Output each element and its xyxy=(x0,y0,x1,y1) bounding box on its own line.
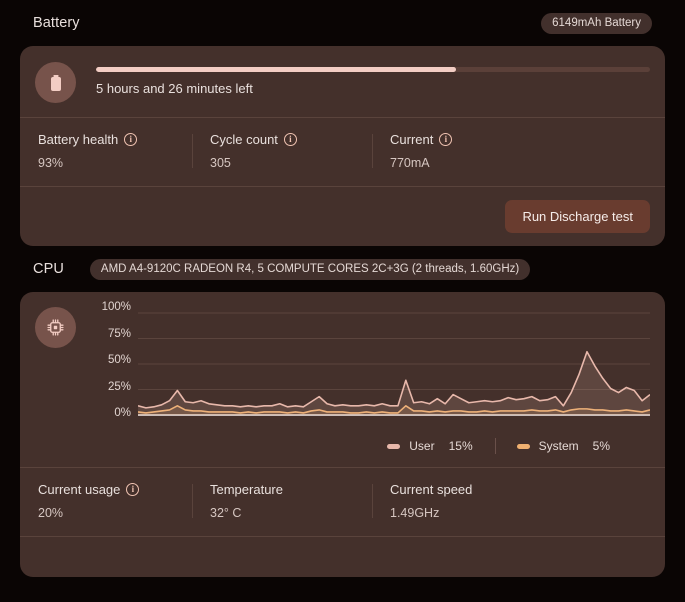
stat-label: Battery health i xyxy=(38,132,174,147)
cpu-card: 100% 75% 50% 25% 0% User 15% System 5% C… xyxy=(20,292,665,577)
stat-value: 93% xyxy=(38,156,64,170)
battery-icon xyxy=(35,62,76,103)
y-tick: 25% xyxy=(107,380,131,393)
stat-value: 32° C xyxy=(210,506,242,520)
battery-status-row: 5 hours and 26 minutes left xyxy=(20,46,665,117)
y-tick: 0% xyxy=(114,407,131,419)
next-section-placeholder xyxy=(20,537,665,577)
cpu-chip-icon xyxy=(35,307,76,348)
stat-label-text: Current xyxy=(390,132,434,147)
chart-canvas xyxy=(138,307,650,425)
y-tick: 100% xyxy=(101,301,131,313)
cpu-usage-chart: 100% 75% 50% 25% 0% User 15% System 5% xyxy=(92,301,650,467)
stat-temperature: Temperature 32° C xyxy=(192,482,372,520)
cpu-section-header: CPU AMD A4-9120C RADEON R4, 5 COMPUTE CO… xyxy=(20,246,665,292)
info-icon[interactable]: i xyxy=(126,483,140,496)
chart-legend: User 15% System 5% xyxy=(92,425,650,467)
chart-plot-area: 100% 75% 50% 25% 0% xyxy=(92,301,650,425)
battery-progress-fill xyxy=(96,67,457,72)
legend-item-system[interactable]: System 5% xyxy=(494,438,632,454)
chart-y-axis: 100% 75% 50% 25% 0% xyxy=(92,301,138,419)
cpu-chart-row: 100% 75% 50% 25% 0% User 15% System 5% xyxy=(20,292,665,467)
stat-battery-health: Battery health i 93% xyxy=(20,132,192,170)
stat-current: Current i 770mA xyxy=(372,132,665,170)
info-icon[interactable]: i xyxy=(283,133,297,146)
y-tick: 75% xyxy=(107,327,131,340)
battery-action-row: Run Discharge test xyxy=(20,187,665,246)
stat-value: 770mA xyxy=(390,156,430,170)
battery-meter: 5 hours and 26 minutes left xyxy=(96,62,650,96)
stat-value: 305 xyxy=(210,156,231,170)
stat-current-usage: Current usage i 20% xyxy=(20,482,192,520)
stat-label-text: Temperature xyxy=(210,482,283,497)
stat-cycle-count: Cycle count i 305 xyxy=(192,132,372,170)
legend-swatch-system xyxy=(516,443,530,449)
legend-item-user[interactable]: User 15% xyxy=(365,439,494,453)
cpu-model-badge: AMD A4-9120C RADEON R4, 5 COMPUTE CORES … xyxy=(89,258,531,280)
battery-progress-track xyxy=(96,67,650,72)
legend-label: System xyxy=(538,439,579,453)
info-icon[interactable]: i xyxy=(439,133,453,146)
legend-swatch-user xyxy=(387,443,401,449)
stat-value: 20% xyxy=(38,506,64,520)
stat-label-text: Battery health xyxy=(38,132,119,147)
cpu-stats-row: Current usage i 20% Temperature 32° C Cu… xyxy=(20,468,665,536)
battery-section-header: Battery 6149mAh Battery xyxy=(20,0,665,46)
device-info-page: Battery 6149mAh Battery 5 hours and 26 m… xyxy=(0,0,685,602)
stat-label-text: Current speed xyxy=(390,482,473,497)
stat-label: Current speed xyxy=(390,482,647,497)
page-title-cpu: CPU xyxy=(33,261,64,277)
stat-label: Cycle count i xyxy=(210,132,354,147)
info-icon[interactable]: i xyxy=(124,133,138,146)
stat-label-text: Current usage xyxy=(38,482,121,497)
run-discharge-test-button[interactable]: Run Discharge test xyxy=(505,200,650,233)
legend-value: 15% xyxy=(448,439,473,453)
y-tick: 50% xyxy=(107,354,131,366)
stat-value: 1.49GHz xyxy=(390,506,440,520)
stat-label: Temperature xyxy=(210,482,354,497)
stat-label: Current i xyxy=(390,132,647,147)
stat-label-text: Cycle count xyxy=(210,132,278,147)
battery-time-remaining: 5 hours and 26 minutes left xyxy=(96,81,253,96)
legend-value: 5% xyxy=(592,439,610,453)
battery-capacity-badge: 6149mAh Battery xyxy=(541,12,652,34)
battery-card: 5 hours and 26 minutes left Battery heal… xyxy=(20,46,665,246)
page-title-battery: Battery xyxy=(33,15,80,31)
battery-stats-row: Battery health i 93% Cycle count i 305 C… xyxy=(20,118,665,186)
stat-current-speed: Current speed 1.49GHz xyxy=(372,482,665,520)
stat-label: Current usage i xyxy=(38,482,174,497)
legend-label: User xyxy=(409,439,435,453)
